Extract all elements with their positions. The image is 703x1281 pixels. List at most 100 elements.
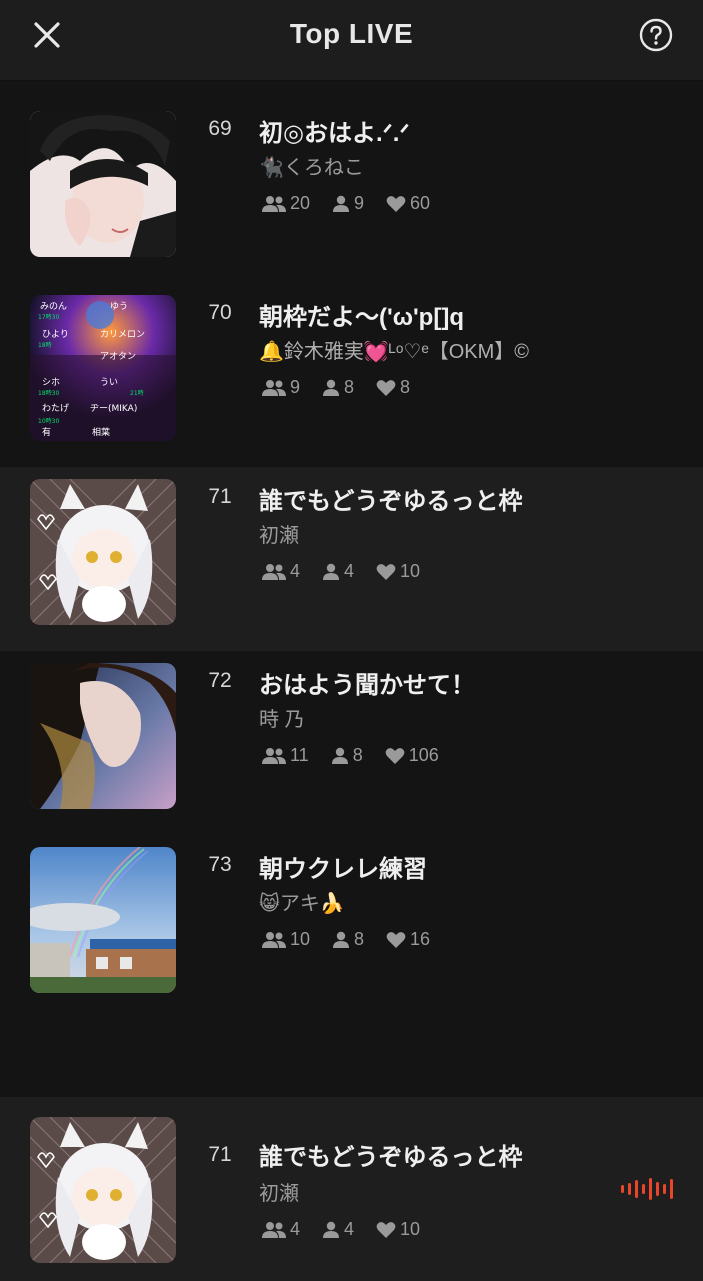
svg-text:カリメロン: カリメロン <box>100 329 145 340</box>
page-title: Top LIVE <box>289 18 414 49</box>
person-icon <box>323 563 340 580</box>
live-item[interactable]: 73 朝ウクレレ練習 😸アキ🍌 10 8 16 <box>0 835 703 1019</box>
listeners-stat: 11 <box>262 745 309 766</box>
live-stats: 9 8 8 <box>262 377 432 398</box>
svg-text:わたげ: わたげ <box>42 403 69 414</box>
listeners-count: 10 <box>290 929 311 949</box>
help-icon[interactable] <box>639 18 673 52</box>
live-item[interactable]: みのん ゆう ひより カリメロン アオタン シホ うい わたげ ヂー(MIKA) 有相葉 … <box>0 283 703 467</box>
group-icon <box>262 1221 286 1238</box>
svg-text:うい: うい <box>100 377 118 388</box>
heart-icon <box>386 195 406 212</box>
live-stats: 10 8 16 <box>262 929 452 950</box>
live-title: 誰でもどうぞゆるっと枠 <box>259 488 523 515</box>
viewers-count: 8 <box>354 929 365 949</box>
likes-stat: 16 <box>386 929 430 950</box>
svg-text:21時: 21時 <box>130 389 144 397</box>
svg-text:18時30: 18時30 <box>38 389 59 397</box>
likes-count: 8 <box>400 377 411 397</box>
likes-count: 10 <box>400 1219 421 1239</box>
live-title: 誰でもどうぞゆるっと枠 <box>259 1144 523 1171</box>
listeners-stat: 4 <box>262 1219 300 1240</box>
viewers-stat: 8 <box>322 377 354 398</box>
likes-count: 10 <box>400 561 421 581</box>
live-title: 朝ウクレレ練習 <box>259 856 427 883</box>
viewers-stat: 8 <box>332 929 364 950</box>
host-name: 🐈‍⬛くろねこ <box>259 157 364 179</box>
rank-number: 71 <box>208 1143 232 1166</box>
group-icon <box>262 747 286 764</box>
likes-stat: 60 <box>386 193 430 214</box>
live-thumbnail: みのん ゆう ひより カリメロン アオタン シホ うい わたげ ヂー(MIKA) 有相葉 … <box>30 295 176 441</box>
top-bar: Top LIVE <box>0 0 703 81</box>
svg-text:17時30: 17時30 <box>38 313 59 321</box>
group-icon <box>262 931 286 948</box>
rank-number: 70 <box>208 301 232 324</box>
person-icon <box>333 195 350 212</box>
svg-text:相葉: 相葉 <box>92 426 110 438</box>
live-thumbnail <box>30 111 176 257</box>
heart-icon <box>376 563 396 580</box>
live-stats: 4 4 10 <box>262 561 442 582</box>
viewers-count: 4 <box>344 561 355 581</box>
listeners-stat: 4 <box>262 561 300 582</box>
viewers-stat: 4 <box>322 1219 354 1240</box>
svg-text:ヂー(MIKA): ヂー(MIKA) <box>90 403 137 414</box>
host-name: 時 乃 <box>259 709 305 731</box>
person-icon <box>333 931 350 948</box>
viewers-count: 8 <box>344 377 355 397</box>
live-stats: 11 8 106 <box>262 745 461 766</box>
listeners-count: 20 <box>290 193 311 213</box>
group-icon <box>262 379 286 396</box>
listeners-stat: 9 <box>262 377 300 398</box>
host-name: 🔔鈴木雅実💓ᴸᵒ♡ᵉ【OKM】© <box>259 341 530 363</box>
heart-icon <box>385 747 405 764</box>
live-thumbnail <box>30 847 176 993</box>
viewers-stat: 4 <box>322 561 354 582</box>
live-item[interactable]: 72 おはよう聞かせて！ 時 乃 11 8 106 <box>0 651 703 835</box>
svg-text:みのん: みのん <box>40 301 67 312</box>
listeners-stat: 20 <box>262 193 310 214</box>
likes-stat: 10 <box>376 561 420 582</box>
host-name: 😸アキ🍌 <box>259 893 345 915</box>
viewers-stat: 9 <box>332 193 364 214</box>
listeners-stat: 10 <box>262 929 310 950</box>
svg-text:ゆう: ゆう <box>110 301 128 312</box>
live-item[interactable]: 69 初◎おはよ.ᐟ.ᐟ 🐈‍⬛くろねこ 20 9 60 <box>0 99 703 283</box>
svg-text:10時30: 10時30 <box>38 417 59 425</box>
listeners-count: 4 <box>290 561 301 581</box>
svg-text:アオタン: アオタン <box>100 351 136 362</box>
likes-stat: 10 <box>376 1219 420 1240</box>
host-name: 初瀬 <box>259 525 299 547</box>
rank-number: 71 <box>208 485 232 508</box>
live-stats: 4 4 10 <box>262 1219 442 1240</box>
likes-count: 16 <box>410 929 431 949</box>
rank-number: 72 <box>208 669 232 692</box>
person-icon <box>323 379 340 396</box>
live-title: 朝枠だよ〜('ω'p[]q <box>259 304 464 331</box>
live-title: おはよう聞かせて！ <box>259 672 475 699</box>
likes-count: 106 <box>408 745 439 765</box>
live-thumbnail <box>30 479 176 625</box>
live-title: 初◎おはよ.ᐟ.ᐟ <box>259 120 410 147</box>
now-playing-item[interactable]: 71 誰でもどうぞゆるっと枠 初瀬 4 4 10 <box>0 1097 703 1281</box>
heart-icon <box>376 1221 396 1238</box>
viewers-count: 4 <box>344 1219 355 1239</box>
listeners-count: 11 <box>290 745 309 765</box>
rank-number: 69 <box>208 117 232 140</box>
viewers-count: 8 <box>352 745 363 765</box>
live-thumbnail <box>30 663 176 809</box>
svg-text:有: 有 <box>42 426 51 438</box>
rank-number: 73 <box>208 853 232 876</box>
live-stats: 20 9 60 <box>262 193 452 214</box>
svg-text:シホ: シホ <box>42 377 60 388</box>
listeners-count: 9 <box>290 377 301 397</box>
likes-stat: 8 <box>376 377 410 398</box>
live-thumbnail <box>30 1117 176 1263</box>
svg-text:18時: 18時 <box>38 341 52 349</box>
equalizer-icon <box>621 1177 675 1206</box>
viewers-stat: 8 <box>331 745 363 766</box>
live-item[interactable]: 71 誰でもどうぞゆるっと枠 初瀬 4 4 10 <box>0 467 703 651</box>
group-icon <box>262 195 286 212</box>
listeners-count: 4 <box>290 1219 301 1239</box>
